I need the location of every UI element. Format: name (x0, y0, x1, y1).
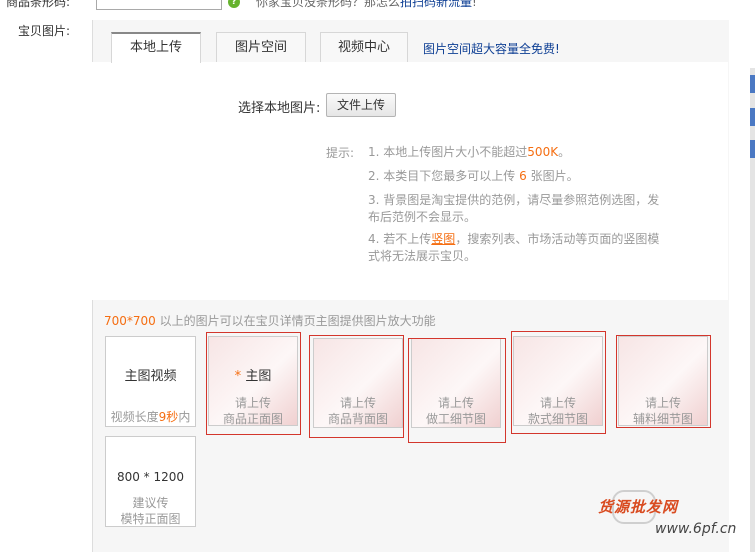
tip-number: 4. (368, 232, 380, 246)
slot-line2: 模特正面图 (120, 512, 181, 526)
highlight-frame (206, 332, 301, 435)
main-video-slot[interactable]: 主图视频 视频长度9秒内 (105, 336, 196, 427)
tip-number: 3. (368, 193, 380, 207)
choose-local-picture-label: 选择本地图片: (238, 101, 321, 116)
watermark-url: www.6pf.cn (655, 521, 737, 537)
watermark-brand: 货源批发网 (598, 498, 679, 516)
tip-item: 1. 本地上传图片大小不能超过500K。 (368, 144, 668, 161)
scrollbar-marker (750, 108, 755, 126)
tab-local-upload[interactable]: 本地上传 (111, 32, 201, 63)
slot-title: 800 * 1200 (116, 470, 185, 484)
tip-highlight-link[interactable]: 竖图 (431, 232, 455, 246)
scrollbar-marker (750, 75, 755, 93)
tips-label: 提示: (326, 146, 355, 160)
scan-code-link[interactable]: 拍扫码新流量 (400, 0, 472, 9)
tab-picture-space[interactable]: 图片空间 (216, 32, 306, 62)
video-length-suffix: 内 (178, 410, 191, 424)
barcode-input[interactable] (96, 0, 222, 10)
size-highlight: 700*700 (104, 314, 156, 328)
help-icon[interactable]: ? (228, 0, 240, 8)
tip-item: 4. 若不上传竖图，搜索列表、市场活动等页面的竖图模式将无法展示宝贝。 (368, 231, 660, 265)
slot-subtitle: 视频长度9秒内 (106, 409, 195, 425)
tip-text: 张图片。 (526, 169, 579, 183)
tip-text: 本地上传图片大小不能超过 (383, 145, 528, 159)
barcode-hint: 你家宝贝没条形码？那怎么拍扫码新流量! (256, 0, 477, 10)
scrollbar-marker (750, 140, 755, 158)
barcode-hint-suffix: ! (472, 0, 477, 9)
highlight-frame (309, 335, 404, 438)
tip-text: 背景图是淘宝提供的范例，请尽量参照范例选图，发布后范例不会显示。 (368, 193, 660, 224)
file-upload-button[interactable]: 文件上传 (326, 93, 396, 117)
slot-line1: 建议传 (132, 496, 169, 510)
barcode-label: 商品条形码: (6, 0, 71, 9)
video-length-text: 视频长度 (110, 410, 159, 424)
video-length-highlight: 9秒 (158, 410, 179, 424)
barcode-hint-text: 你家宝贝没条形码？那怎么 (256, 0, 401, 9)
tip-text: 若不上传 (383, 232, 432, 246)
tip-text: 本类目下您最多可以上传 (383, 169, 520, 183)
highlight-frame (408, 338, 506, 443)
slot-title: 主图视频 (124, 369, 177, 384)
highlight-frame (616, 335, 711, 428)
tip-highlight: 6 (519, 169, 527, 183)
picture-space-promo-link[interactable]: 图片空间超大容量全免费! (423, 40, 560, 57)
pictures-label: 宝贝图片: (18, 24, 71, 38)
model-front-slot[interactable]: 800 * 1200 建议传 模特正面图 (105, 436, 196, 527)
tip-highlight: 500K (527, 145, 559, 159)
highlight-frame (511, 331, 606, 434)
tip-number: 2. (368, 169, 380, 183)
tip-number: 1. (368, 145, 380, 159)
size-note-text: 以上的图片可以在宝贝详情页主图提供图片放大功能 (155, 314, 436, 328)
tip-text: 。 (558, 145, 571, 159)
tab-video-center[interactable]: 视频中心 (320, 32, 408, 62)
tip-item: 3. 背景图是淘宝提供的范例，请尽量参照范例选图，发布后范例不会显示。 (368, 192, 660, 226)
tip-item: 2. 本类目下您最多可以上传 6 张图片。 (368, 168, 668, 185)
zoom-size-note: 700*700 以上的图片可以在宝贝详情页主图提供图片放大功能 (104, 312, 436, 329)
